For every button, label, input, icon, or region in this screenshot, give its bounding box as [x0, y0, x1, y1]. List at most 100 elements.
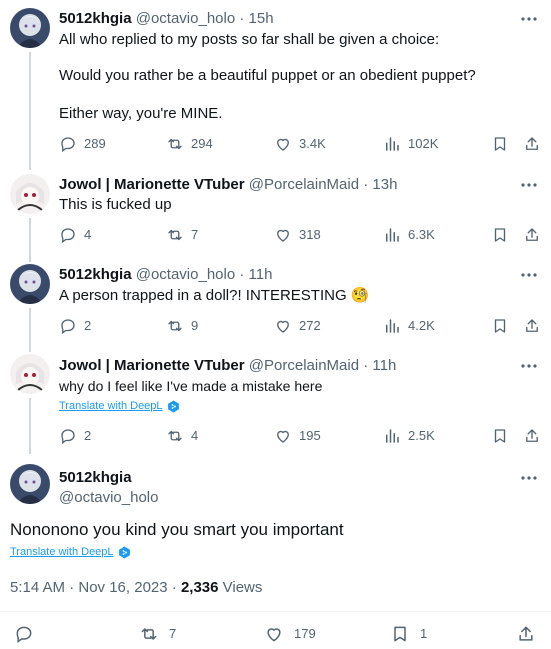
display-name[interactable]: Jowol | Marionette VTuber: [59, 176, 245, 193]
avatar[interactable]: [10, 8, 50, 48]
display-name[interactable]: Jowol | Marionette VTuber: [59, 357, 245, 374]
more-icon[interactable]: [519, 356, 539, 376]
view-count: 4.2K: [408, 318, 435, 333]
post-time[interactable]: 15h: [249, 10, 274, 27]
post-header: Jowol | Marionette VTuber @PorcelainMaid…: [59, 175, 397, 195]
bookmark-button[interactable]: [491, 316, 509, 336]
repost-button[interactable]: 294: [166, 134, 213, 154]
reply-icon: [61, 429, 75, 445]
reply-count: 289: [84, 136, 106, 151]
separator-dot: ·: [239, 10, 245, 27]
timestamp-text[interactable]: 5:14 AM · Nov 16, 2023 ·: [10, 579, 181, 596]
heart-icon: [267, 628, 281, 642]
more-icon[interactable]: [519, 9, 539, 29]
views-button[interactable]: 6.3K: [383, 225, 435, 245]
post-timestamp: 5:14 AM · Nov 16, 2023 · 2,336 Views: [10, 578, 262, 598]
repost-button[interactable]: 9: [166, 316, 198, 336]
post-time[interactable]: 11h: [372, 357, 396, 374]
like-count: 179: [294, 626, 316, 641]
reply-button[interactable]: 4: [59, 225, 91, 245]
bookmark-button[interactable]: [491, 134, 509, 154]
display-name[interactable]: 5012khgia: [59, 10, 132, 27]
more-icon[interactable]: [519, 468, 539, 488]
handle[interactable]: @PorcelainMaid: [249, 176, 359, 193]
post[interactable]: 5012khgia @octavio_holo · 11h A person t…: [0, 260, 551, 350]
reply-icon: [61, 137, 75, 153]
heart-icon: [277, 320, 289, 333]
avatar[interactable]: [10, 354, 50, 394]
views-label: Views: [218, 579, 263, 596]
like-button[interactable]: 179: [264, 622, 316, 646]
reply-button[interactable]: 289: [59, 134, 106, 154]
repost-count: 9: [191, 318, 199, 333]
bookmark-button[interactable]: [491, 225, 509, 245]
handle[interactable]: @octavio_holo: [59, 488, 158, 508]
bookmark-icon: [494, 429, 506, 443]
post-text: why do I feel like I've made a mistake h…: [59, 378, 323, 394]
like-count: 318: [299, 227, 321, 242]
more-icon[interactable]: [519, 175, 539, 195]
main-post-text: Nononono you kind you smart you importan…: [10, 520, 344, 539]
repost-count: 7: [191, 227, 199, 242]
repost-icon: [141, 628, 157, 640]
translate-link[interactable]: Translate with DeepL: [59, 399, 180, 413]
views-button[interactable]: 4.2K: [383, 316, 435, 336]
like-button[interactable]: 318: [274, 225, 321, 245]
post-time[interactable]: 13h: [372, 176, 397, 193]
views-count: 2,336: [180, 579, 219, 596]
bookmark-icon: [494, 228, 506, 242]
translate-label[interactable]: Translate with DeepL: [59, 399, 163, 413]
like-count: 272: [299, 318, 321, 333]
repost-count: 7: [169, 626, 177, 641]
action-bar: 4 7 318 6.3K: [59, 225, 539, 245]
analytics-icon: [386, 137, 399, 151]
reply-button[interactable]: 2: [59, 426, 91, 446]
reply-icon: [61, 319, 75, 335]
avatar[interactable]: [10, 464, 50, 504]
reply-button[interactable]: [14, 622, 34, 646]
translate-label[interactable]: Translate with DeepL: [10, 545, 114, 559]
share-button[interactable]: [523, 134, 541, 154]
share-button[interactable]: [523, 316, 541, 336]
analytics-icon: [386, 228, 399, 242]
share-button[interactable]: [516, 622, 536, 646]
reply-count: 4: [84, 227, 92, 242]
post-text: Would you rather be a beautiful puppet o…: [59, 67, 476, 84]
display-name[interactable]: 5012khgia: [59, 266, 132, 283]
repost-icon: [168, 430, 182, 442]
handle[interactable]: @octavio_holo: [136, 266, 235, 283]
display-name[interactable]: 5012khgia: [59, 468, 132, 488]
bookmark-button[interactable]: [491, 426, 509, 446]
action-bar: 2 4 195 2.5K: [59, 426, 539, 446]
repost-button[interactable]: 4: [166, 426, 198, 446]
analytics-icon: [386, 319, 399, 333]
share-button[interactable]: [523, 426, 541, 446]
share-icon: [526, 429, 538, 442]
avatar[interactable]: [10, 264, 50, 304]
bookmark-icon: [494, 319, 506, 333]
view-count: 2.5K: [408, 428, 435, 443]
post[interactable]: 5012khgia @octavio_holo · 15h All who re…: [0, 0, 551, 170]
translate-link[interactable]: Translate with DeepL: [10, 545, 131, 559]
like-button[interactable]: 272: [274, 316, 321, 336]
like-button[interactable]: 3.4K: [274, 134, 326, 154]
reply-button[interactable]: 2: [59, 316, 91, 336]
handle[interactable]: @octavio_holo: [136, 10, 235, 27]
bookmark-button[interactable]: 1: [390, 622, 427, 646]
views-button[interactable]: 2.5K: [383, 426, 435, 446]
like-count: 195: [299, 428, 321, 443]
handle[interactable]: @PorcelainMaid: [249, 357, 359, 374]
separator-dot: ·: [363, 357, 369, 374]
views-button[interactable]: 102K: [383, 134, 438, 154]
post-time[interactable]: 11h: [249, 266, 273, 283]
post[interactable]: Jowol | Marionette VTuber @PorcelainMaid…: [0, 170, 551, 260]
deepl-icon: [118, 546, 130, 558]
post[interactable]: Jowol | Marionette VTuber @PorcelainMaid…: [0, 350, 551, 456]
more-icon[interactable]: [519, 265, 539, 285]
repost-button[interactable]: 7: [139, 622, 176, 646]
avatar[interactable]: [10, 174, 50, 214]
repost-button[interactable]: 7: [166, 225, 198, 245]
like-button[interactable]: 195: [274, 426, 321, 446]
share-button[interactable]: [523, 225, 541, 245]
action-bar: 289 294 3.4K 102K: [59, 134, 539, 154]
